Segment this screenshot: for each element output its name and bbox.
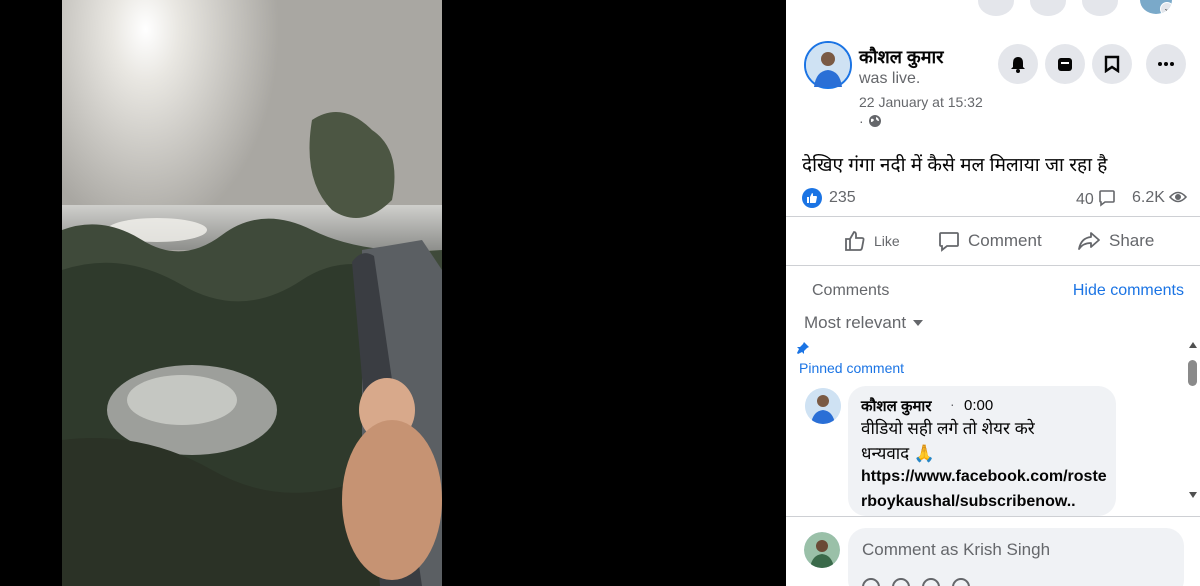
avatar-sticker-icon[interactable] bbox=[862, 578, 880, 586]
emoji-icon[interactable] bbox=[892, 578, 910, 586]
divider bbox=[786, 516, 1200, 517]
comment-author[interactable]: कौशल कुमार bbox=[861, 396, 931, 416]
comment-label: Comment bbox=[968, 231, 1042, 250]
bookmark-button[interactable] bbox=[1092, 44, 1132, 84]
sort-dropdown[interactable]: Most relevant bbox=[804, 313, 924, 333]
archive-icon bbox=[1058, 58, 1072, 71]
bookmark-icon bbox=[1104, 55, 1120, 73]
caret-down-icon bbox=[913, 320, 924, 326]
comment-icon bbox=[939, 232, 959, 252]
privacy-indicator: · bbox=[859, 113, 882, 129]
view-count-value: 6.2K bbox=[1132, 189, 1165, 206]
thumbs-up-outline-icon bbox=[845, 231, 865, 251]
messenger-button[interactable] bbox=[1030, 0, 1066, 16]
author-avatar[interactable] bbox=[804, 41, 852, 89]
globe-icon bbox=[868, 115, 881, 127]
gif-icon[interactable] bbox=[952, 578, 970, 586]
pin-icon bbox=[797, 342, 809, 354]
comment-text: वीडियो सही लगे तो शेयर करे धन्यवाद 🙏 bbox=[861, 416, 1035, 466]
comment-link[interactable]: https://www.facebook.com/rosterboykausha… bbox=[861, 464, 1111, 514]
commenter-avatar-image bbox=[805, 388, 841, 424]
comment-separator: · bbox=[950, 396, 955, 412]
comment-bubble-icon bbox=[1099, 190, 1116, 207]
video-player[interactable] bbox=[0, 0, 786, 586]
chevron-down-icon: ⌄ bbox=[1160, 2, 1172, 14]
scroll-up-arrow[interactable] bbox=[1189, 342, 1197, 348]
like-reaction-icon[interactable] bbox=[802, 188, 822, 208]
bell-icon bbox=[1011, 57, 1025, 73]
privacy-separator: · bbox=[859, 113, 864, 129]
divider bbox=[786, 216, 1200, 217]
comment-count[interactable]: 40 bbox=[1076, 189, 1116, 209]
post-status: was live. bbox=[859, 70, 921, 87]
commenter-avatar[interactable] bbox=[805, 388, 841, 424]
post-timestamp[interactable]: 22 January at 15:32 bbox=[859, 94, 983, 110]
composer-tools bbox=[862, 578, 970, 586]
menu-button[interactable] bbox=[978, 0, 1014, 16]
like-button[interactable]: Like bbox=[844, 228, 900, 254]
comment-input[interactable]: Comment as Krish Singh bbox=[848, 528, 1184, 586]
current-user-avatar-image bbox=[804, 532, 840, 568]
scroll-thumb[interactable] bbox=[1188, 360, 1197, 386]
post-panel: ⌄ कौशल कुमार was live. 22 January at 15:… bbox=[786, 0, 1200, 586]
camera-icon[interactable] bbox=[922, 578, 940, 586]
comment-count-value: 40 bbox=[1076, 191, 1094, 208]
divider bbox=[786, 265, 1200, 266]
comment-input-placeholder: Comment as Krish Singh bbox=[862, 540, 1051, 559]
view-count: 6.2K bbox=[1132, 189, 1188, 207]
thumbs-up-icon bbox=[807, 193, 817, 203]
author-avatar-image bbox=[806, 43, 850, 87]
video-frame[interactable] bbox=[62, 0, 442, 586]
share-button[interactable]: Share bbox=[1077, 228, 1154, 254]
notify-button[interactable] bbox=[998, 44, 1038, 84]
comments-heading: Comments bbox=[812, 282, 890, 299]
comment-line-2: धन्यवाद 🙏 bbox=[861, 444, 936, 463]
reaction-count[interactable]: 235 bbox=[829, 189, 856, 207]
eye-icon bbox=[1169, 191, 1188, 203]
more-icon bbox=[1158, 62, 1174, 66]
hide-comments-link[interactable]: Hide comments bbox=[1073, 282, 1184, 300]
share-label: Share bbox=[1109, 231, 1155, 250]
sort-label: Most relevant bbox=[804, 313, 907, 332]
save-button[interactable] bbox=[1045, 44, 1085, 84]
video-still-image bbox=[62, 0, 442, 586]
comment-timestamp[interactable]: 0:00 bbox=[964, 397, 993, 414]
comments-scrollbar[interactable] bbox=[1186, 340, 1200, 506]
account-avatar[interactable]: ⌄ bbox=[1138, 0, 1174, 16]
author-name[interactable]: कौशल कुमार bbox=[859, 45, 944, 69]
like-label: Like bbox=[874, 233, 900, 249]
comment-line-1: वीडियो सही लगे तो शेयर करे bbox=[861, 419, 1035, 438]
pinned-comment-bubble: कौशल कुमार · 0:00 वीडियो सही लगे तो शेयर… bbox=[848, 386, 1116, 516]
notifications-button[interactable] bbox=[1082, 0, 1118, 16]
current-user-avatar[interactable] bbox=[804, 532, 840, 568]
pinned-comment-label: Pinned comment bbox=[799, 360, 905, 376]
comment-button[interactable]: Comment bbox=[938, 228, 1042, 254]
more-options-button[interactable] bbox=[1146, 44, 1186, 84]
scroll-down-arrow[interactable] bbox=[1189, 492, 1197, 498]
post-text: देखिए गंगा नदी में कैसे मल मिलाया जा रहा… bbox=[802, 155, 1108, 176]
share-icon bbox=[1078, 232, 1100, 250]
